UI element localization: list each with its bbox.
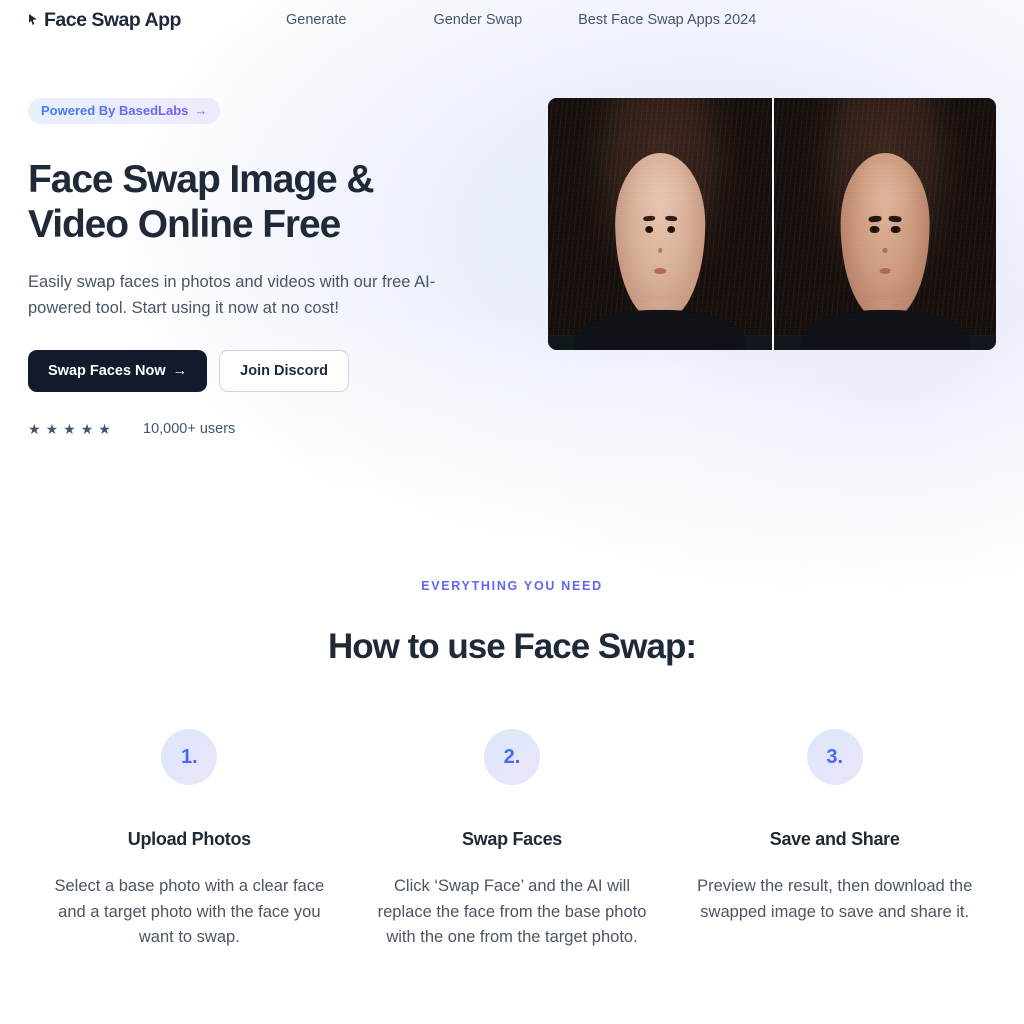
star-icon: ★ (80, 421, 94, 437)
powered-by-badge-label: Powered By BasedLabs (41, 103, 189, 118)
features-section: EVERYTHING YOU NEED How to use Face Swap… (0, 579, 1024, 951)
powered-by-badge[interactable]: Powered By BasedLabs → (28, 98, 221, 124)
brand-name: Face Swap App (44, 8, 181, 31)
star-icon: ★ (63, 421, 76, 437)
section-eyebrow: EVERYTHING YOU NEED (421, 579, 603, 593)
swap-faces-now-button[interactable]: Swap Faces Now → (28, 350, 208, 392)
before-photo (548, 98, 772, 350)
hero-actions: Swap Faces Now → Join Discord (28, 350, 548, 392)
page-root: Face Swap App Generate Gender Swap Best … (0, 0, 1024, 951)
step-title: Save and Share (769, 829, 900, 849)
step-number: 1. (180, 745, 198, 768)
hero-media (548, 98, 996, 350)
swap-faces-now-label: Swap Faces Now (48, 363, 166, 379)
step-number: 2. (503, 745, 521, 768)
nav-link-gender-swap[interactable]: Gender Swap (433, 12, 522, 28)
section-title: How to use Face Swap: (328, 627, 697, 666)
primary-nav: Generate Gender Swap Best Face Swap Apps… (286, 12, 756, 28)
step-title: Swap Faces (461, 829, 563, 849)
step-number-badge: 2. (484, 729, 540, 785)
hero-section: Powered By BasedLabs → Face Swap Image &… (0, 98, 1024, 437)
hero-copy: Powered By BasedLabs → Face Swap Image &… (28, 98, 548, 437)
hero-subtitle: Easily swap faces in photos and videos w… (28, 273, 436, 317)
step-item: 2. Swap Faces Click ‘Swap Face’ and the … (351, 729, 674, 951)
arrow-right-icon: → (172, 363, 188, 379)
hero-title: Face Swap Image & Video Online Free (28, 158, 375, 246)
step-number: 3. (826, 745, 844, 768)
step-description: Click ‘Swap Face’ and the AI will replac… (377, 877, 647, 946)
star-icon: ★ (45, 421, 59, 437)
brand-logo[interactable]: Face Swap App (28, 9, 286, 32)
step-number-badge: 3. (806, 729, 863, 785)
after-photo (772, 98, 996, 350)
join-discord-button[interactable]: Join Discord (219, 350, 349, 392)
nav-link-best-face-swap-apps[interactable]: Best Face Swap Apps 2024 (578, 12, 756, 28)
rating-row: ★ ★ ★ ★ ★ 10,000+ users (28, 421, 548, 437)
cursor-pointer-icon (29, 14, 37, 25)
step-number-badge: 1. (161, 729, 218, 785)
nav-link-generate[interactable]: Generate (286, 12, 346, 28)
before-after-compare-image (548, 98, 996, 350)
arrow-right-icon: → (194, 103, 208, 118)
step-item: 3. Save and Share Preview the result, th… (673, 729, 996, 951)
site-header: Face Swap App Generate Gender Swap Best … (0, 0, 1024, 40)
steps-list: 1. Upload Photos Select a base photo wit… (28, 729, 996, 951)
star-icon: ★ (28, 421, 41, 437)
user-count-label: 10,000+ users (143, 421, 236, 437)
step-item: 1. Upload Photos Select a base photo wit… (28, 729, 351, 951)
step-description: Select a base photo with a clear face an… (54, 877, 325, 946)
step-description: Preview the result, then download the sw… (697, 877, 973, 921)
star-icon: ★ (98, 421, 111, 437)
star-rating: ★ ★ ★ ★ ★ (28, 422, 143, 436)
step-title: Upload Photos (127, 829, 251, 849)
